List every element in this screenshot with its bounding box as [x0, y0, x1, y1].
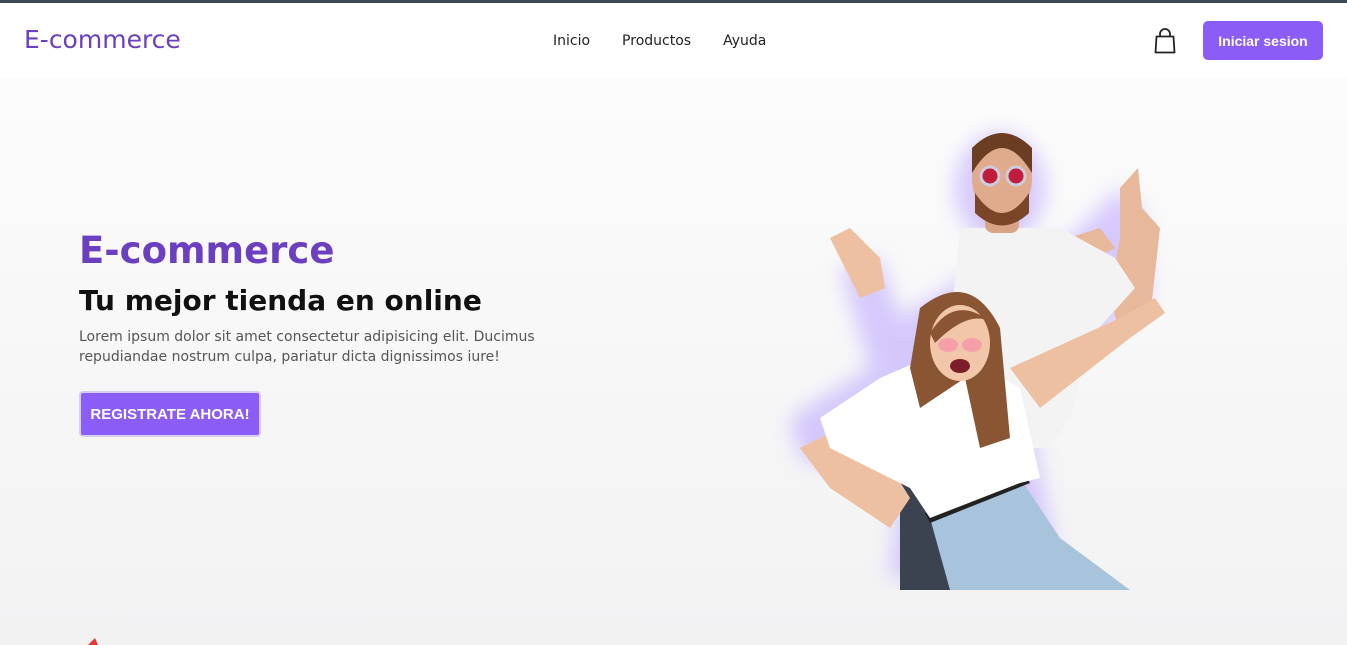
- logo[interactable]: E-commerce: [24, 25, 181, 54]
- login-button[interactable]: Iniciar sesion: [1203, 21, 1323, 60]
- main-nav: Inicio Productos Ayuda: [553, 33, 766, 49]
- decorative-shape: [88, 638, 98, 645]
- hero-subtitle: Tu mejor tienda en online: [79, 284, 482, 317]
- navbar: E-commerce Inicio Productos Ayuda Inicia…: [0, 3, 1347, 78]
- nav-link-ayuda[interactable]: Ayuda: [723, 33, 766, 49]
- register-now-button[interactable]: REGISTRATE AHORA!: [79, 391, 261, 437]
- hero-couple-image: [790, 133, 1165, 590]
- hero-description: Lorem ipsum dolor sit amet consectetur a…: [79, 329, 535, 365]
- hero-section: E-commerce Tu mejor tienda en online Lor…: [0, 78, 1347, 645]
- hero-title: E-commerce: [79, 229, 335, 272]
- nav-link-productos[interactable]: Productos: [622, 33, 691, 49]
- nav-link-inicio[interactable]: Inicio: [553, 33, 590, 49]
- shopping-bag-icon[interactable]: [1154, 28, 1176, 54]
